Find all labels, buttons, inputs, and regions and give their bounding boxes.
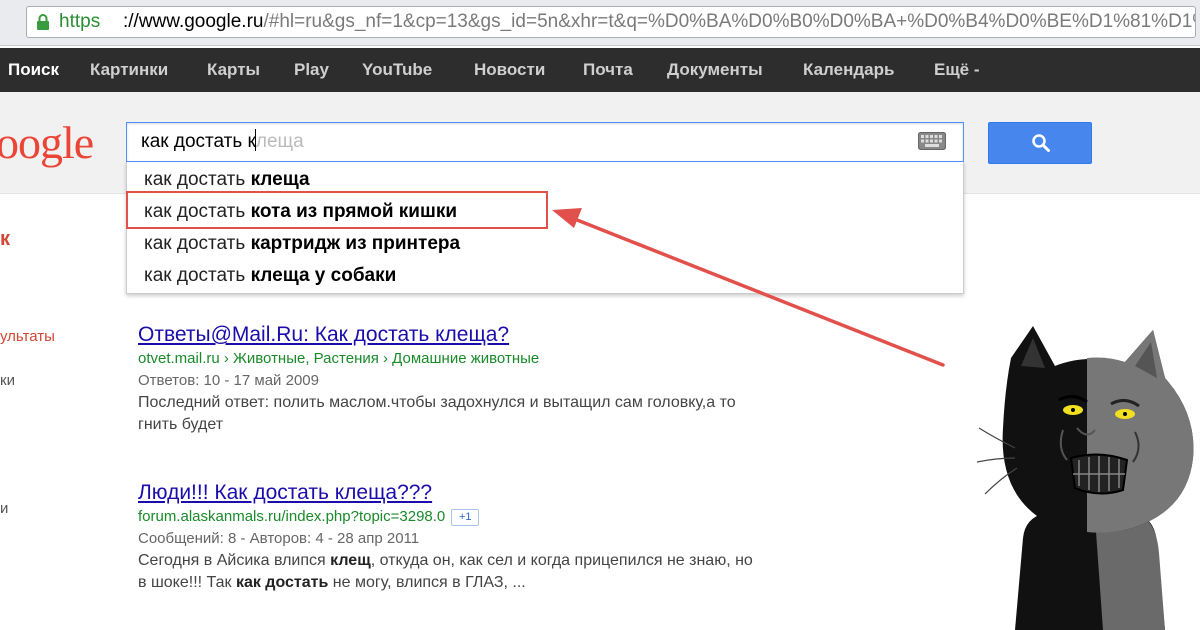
url-path: /#hl=ru&gs_nf=1&cp=13&gs_id=5n&xhr=t&q=%… xyxy=(263,11,1196,32)
google-bar: Поиск Картинки Карты Play YouTube Новост… xyxy=(0,48,1200,92)
gbar-item-maps[interactable]: Карты xyxy=(207,48,260,92)
snippet-highlight: клещ xyxy=(330,552,371,569)
search-button[interactable] xyxy=(988,122,1092,164)
gbar-item-more[interactable]: Ещё - xyxy=(934,48,980,92)
snippet-text: не могу, влипся в ГЛАЗ, ... xyxy=(328,574,526,591)
url-host: ://www.google.ru xyxy=(123,11,264,32)
result-meta: Сообщений: 8 - Авторов: 4 - 28 апр 2011 xyxy=(138,530,420,547)
magnifier-icon xyxy=(1032,134,1050,152)
snippet-highlight: как достать xyxy=(235,574,329,591)
result-snippet: Последний ответ: полить маслом.чтобы зад… xyxy=(138,394,736,411)
gbar-item-play[interactable]: Play xyxy=(294,48,329,92)
gbar-item-search[interactable]: Поиск xyxy=(8,48,59,92)
gbar-item-docs[interactable]: Документы xyxy=(667,48,763,92)
suggestion-item[interactable]: как достать кота из прямой кишки xyxy=(144,196,457,228)
suggestion-item[interactable]: как достать картридж из принтера xyxy=(144,228,460,260)
result-title-link[interactable]: Ответы@Mail.Ru: Как достать клеща? xyxy=(138,322,898,348)
gbar-item-calendar[interactable]: Календарь xyxy=(803,48,894,92)
snippet-text: Сегодня в Айсика влипся xyxy=(138,552,331,569)
result-snippet: Сегодня в Айсика влипся клещ, откуда он,… xyxy=(138,550,898,572)
suggestion-completion: клеща у собаки xyxy=(250,265,397,286)
suggestion-prefix: как достать xyxy=(144,265,251,286)
google-logo[interactable]: oogle xyxy=(0,117,94,168)
logo-text: oogle xyxy=(0,117,94,168)
gbar-item-youtube[interactable]: YouTube xyxy=(362,48,432,92)
suggestion-completion: клеща xyxy=(250,169,310,190)
snippet-text: , откуда он, как сел и когда прицепился … xyxy=(370,552,753,569)
gbar-item-news[interactable]: Новости xyxy=(474,48,545,92)
search-result: Люди!!! Как достать клеща??? forum.alask… xyxy=(138,480,898,594)
cat-meme-drawing xyxy=(976,326,1194,630)
suggestion-item[interactable]: как достать клеща xyxy=(144,164,310,196)
result-snippet: в шоке!!! Так как достать не могу, влипс… xyxy=(138,572,898,594)
suggestion-prefix: как достать xyxy=(144,169,251,190)
suggestion-prefix: как достать xyxy=(144,201,251,222)
result-url-line: forum.alaskanmals.ru/index.php?topic=329… xyxy=(138,506,898,528)
suggestion-prefix: как достать xyxy=(144,233,251,254)
keyboard-icon[interactable] xyxy=(918,132,946,150)
left-nav-item-results[interactable]: ультаты xyxy=(0,328,55,345)
search-box[interactable]: как достать клеща xyxy=(126,122,964,162)
snippet-text: в шоке!!! Так xyxy=(138,574,236,591)
browser-toolbar: https ://www.google.ru/#hl=ru&gs_nf=1&cp… xyxy=(0,0,1200,46)
left-nav-item[interactable]: ки xyxy=(0,372,15,389)
result-url: otvet.mail.ru › Животные, Растения › Дом… xyxy=(138,350,540,367)
suggestion-completion: картридж из принтера xyxy=(250,233,461,254)
url-text: ://www.google.ru/#hl=ru&gs_nf=1&cp=13&gs… xyxy=(123,7,1196,37)
gbar-item-images[interactable]: Картинки xyxy=(90,48,168,92)
autocomplete-dropdown: как достать клеща как достать кота из пр… xyxy=(126,162,964,294)
result-snippet: гнить будет xyxy=(138,416,224,433)
result-url: forum.alaskanmals.ru/index.php?topic=329… xyxy=(138,508,446,525)
left-nav-item[interactable]: и xyxy=(0,500,8,517)
result-meta: Ответов: 10 - 17 май 2009 xyxy=(138,372,319,389)
search-result: Ответы@Mail.Ru: Как достать клеща? otvet… xyxy=(138,322,898,436)
gbar-item-mail[interactable]: Почта xyxy=(583,48,633,92)
left-nav-label[interactable]: к xyxy=(0,228,10,251)
search-input[interactable] xyxy=(141,123,901,161)
suggestion-item[interactable]: как достать клеща у собаки xyxy=(144,260,396,292)
result-title-link[interactable]: Люди!!! Как достать клеща??? xyxy=(138,480,898,506)
address-bar[interactable]: https ://www.google.ru/#hl=ru&gs_nf=1&cp… xyxy=(26,6,1196,38)
suggestion-completion: кота из прямой кишки xyxy=(250,201,458,222)
lock-icon xyxy=(37,14,49,30)
url-scheme: https xyxy=(59,11,101,32)
plus-one-button[interactable]: +1 xyxy=(451,509,480,526)
